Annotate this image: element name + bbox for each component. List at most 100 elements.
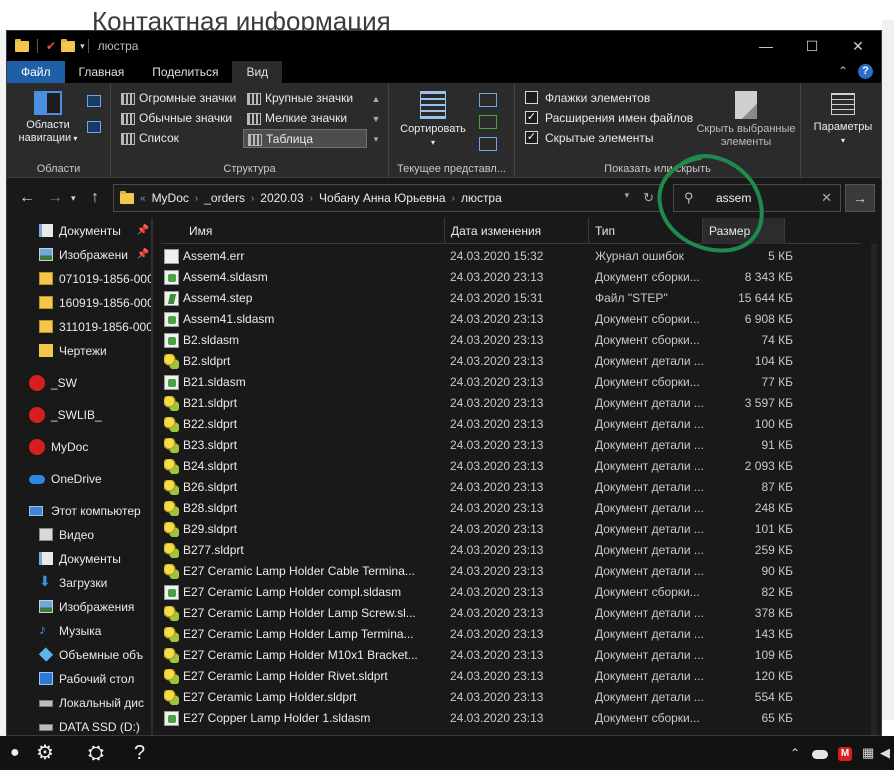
details-pane-icon[interactable]	[87, 121, 101, 133]
checkbox[interactable]: ✓	[525, 131, 538, 144]
nav-item-folder[interactable]: 071019-1856-000	[7, 268, 153, 290]
layout-small-icons[interactable]: Мелкие значки	[243, 109, 367, 128]
layout-list[interactable]: Список	[117, 129, 241, 148]
file-row[interactable]: B23.sldprt 24.03.2020 23:13 Документ детал…	[161, 435, 861, 456]
back-arrow-icon[interactable]: ←	[19, 188, 35, 208]
file-row[interactable]: E27 Ceramic Lamp Holder Lamp Termina... 2…	[161, 624, 861, 645]
collapse-ribbon-icon[interactable]: ⌃	[838, 64, 848, 79]
file-row[interactable]: E27 Ceramic Lamp Holder M10x1 Bracket...…	[161, 645, 861, 666]
file-row[interactable]: B24.sldprt 24.03.2020 23:13 Документ детал…	[161, 456, 861, 477]
navigation-pane-button[interactable]: Области навигации ▾	[15, 91, 81, 145]
address-dropdown-icon[interactable]: ▾	[625, 190, 630, 206]
nav-item-pictures[interactable]: Изображения	[7, 596, 153, 618]
properties-icon[interactable]: ✔	[46, 39, 56, 53]
file-row[interactable]: Assem4.step 24.03.2020 15:31 Файл "STEP" 15…	[161, 288, 861, 309]
size-columns-icon[interactable]	[479, 137, 497, 151]
file-row[interactable]: E27 Ceramic Lamp Holder.sldprt 24.03.2020…	[161, 687, 861, 708]
nav-item-folder[interactable]: 160919-1856-000	[7, 292, 153, 314]
nav-item-sw[interactable]: _SW	[7, 372, 153, 394]
file-row[interactable]: E27 Ceramic Lamp Holder Lamp Screw.sl...…	[161, 603, 861, 624]
nav-item-this-pc[interactable]: Этот компьютер	[7, 500, 153, 522]
minimize-button[interactable]: —	[743, 31, 789, 61]
layout-details[interactable]: Таблица	[243, 129, 367, 148]
breadcrumb-item[interactable]: люстра	[455, 191, 508, 205]
search-go-button[interactable]: →	[845, 184, 875, 212]
nav-item-data-ssd[interactable]: DATA SSD (D:)	[7, 716, 153, 735]
up-arrow-icon[interactable]: ↑	[91, 188, 99, 208]
recent-locations-icon[interactable]: ▾	[71, 188, 76, 208]
maximize-button[interactable]: ☐	[789, 31, 835, 61]
breadcrumb-item[interactable]: 2020.03	[254, 191, 309, 205]
nav-item-mydoc[interactable]: MyDoc	[7, 436, 153, 458]
breadcrumb-item[interactable]: _orders	[198, 191, 251, 205]
file-row[interactable]: B29.sldprt 24.03.2020 23:13 Документ детал…	[161, 519, 861, 540]
pin-icon[interactable]: 📌	[137, 244, 149, 266]
file-row[interactable]: B22.sldprt 24.03.2020 23:13 Документ детал…	[161, 414, 861, 435]
mega-tray-icon[interactable]: M	[838, 747, 852, 761]
nav-item-music[interactable]: ♪ Музыка	[7, 620, 153, 642]
checkbox[interactable]	[525, 91, 538, 104]
nav-item-3d-objects[interactable]: Объемные объ	[7, 644, 153, 666]
user-icon[interactable]: ●	[10, 741, 20, 765]
pin-icon[interactable]: 📌	[137, 220, 149, 242]
tray-chevron-icon[interactable]: ⌃	[790, 746, 800, 760]
nav-item-documents[interactable]: Документы	[7, 548, 153, 570]
breadcrumb-item[interactable]: Чобану Анна Юрьевна	[313, 191, 452, 205]
file-row[interactable]: E27 Copper Lamp Holder 1.sldasm 24.03.202…	[161, 708, 861, 729]
layout-large-icons[interactable]: Крупные значки	[243, 89, 367, 108]
file-row[interactable]: B2.sldasm 24.03.2020 23:13 Документ сборки…	[161, 330, 861, 351]
item-checkboxes-toggle[interactable]: Флажки элементов	[525, 89, 650, 107]
sort-by-button[interactable]: Сортировать ▾	[395, 91, 471, 149]
customize-qat-icon[interactable]: ▾	[80, 41, 85, 52]
network-icon[interactable]: ⛭	[88, 741, 104, 765]
hide-selected-button[interactable]: Скрыть выбранные элементы	[691, 91, 801, 149]
nav-pane-scrollbar[interactable]	[151, 218, 153, 735]
file-row[interactable]: B21.sldprt 24.03.2020 23:13 Документ детал…	[161, 393, 861, 414]
nav-item-folder[interactable]: 311019-1856-000	[7, 316, 153, 338]
nav-item-swlib[interactable]: _SWLIB_	[7, 404, 153, 426]
forward-arrow-icon[interactable]: →	[47, 188, 63, 208]
file-row[interactable]: E27 Ceramic Lamp Holder Cable Termina...…	[161, 561, 861, 582]
nav-item-desktop[interactable]: Рабочий стол	[7, 668, 153, 690]
preview-pane-icon[interactable]	[87, 95, 101, 107]
file-row[interactable]: Assem4.sldasm 24.03.2020 23:13 Документ сб…	[161, 267, 861, 288]
search-input[interactable]: assem	[716, 191, 751, 205]
checkbox[interactable]: ✓	[525, 111, 538, 124]
search-box[interactable]: ⚲ assem ✕	[673, 184, 841, 212]
file-row[interactable]: E27 Ceramic Lamp Holder Rivet.sldprt 24.0…	[161, 666, 861, 687]
help-chat-icon[interactable]: ?	[134, 741, 145, 765]
nav-item-downloads[interactable]: ⬇ Загрузки	[7, 572, 153, 594]
options-button[interactable]: Параметры ▾	[807, 93, 879, 147]
file-row[interactable]: B26.sldprt 24.03.2020 23:13 Документ детал…	[161, 477, 861, 498]
layout-gallery-scroll[interactable]: ▲ ▼ ▾	[369, 89, 383, 149]
file-row[interactable]: B277.sldprt 24.03.2020 23:13 Документ дета…	[161, 540, 861, 561]
group-by-icon[interactable]	[479, 93, 497, 107]
onedrive-tray-icon[interactable]	[812, 750, 828, 759]
nav-item-drawings[interactable]: Чертежи	[7, 340, 153, 362]
nav-item-documents-pinned[interactable]: Документы 📌	[7, 220, 153, 242]
nav-item-local-disk[interactable]: Локальный дис	[7, 692, 153, 714]
file-extensions-toggle[interactable]: ✓ Расширения имен файлов	[525, 109, 693, 127]
layout-medium-icons[interactable]: Обычные значки	[117, 109, 241, 128]
close-button[interactable]: ✕	[835, 31, 881, 61]
tab-view[interactable]: Вид	[232, 61, 283, 83]
nav-item-pictures-pinned[interactable]: Изображени 📌	[7, 244, 153, 266]
file-row[interactable]: E27 Ceramic Lamp Holder compl.sldasm 24.0…	[161, 582, 861, 603]
file-row[interactable]: Assem4.err 24.03.2020 15:32 Журнал ошибок 5…	[161, 246, 861, 267]
file-row[interactable]: Assem41.sldasm 24.03.2020 23:13 Документ с…	[161, 309, 861, 330]
file-list-scrollbar[interactable]	[871, 244, 877, 735]
tab-file[interactable]: Файл	[7, 61, 65, 83]
file-row[interactable]: B28.sldprt 24.03.2020 23:13 Документ детал…	[161, 498, 861, 519]
column-size[interactable]: Размер	[703, 218, 785, 244]
layout-extra-large-icons[interactable]: Огромные значки	[117, 89, 241, 108]
column-date-modified[interactable]: Дата изменения	[445, 218, 589, 244]
new-folder-icon[interactable]	[61, 38, 76, 52]
file-row[interactable]: B2.sldprt 24.03.2020 23:13 Документ детали…	[161, 351, 861, 372]
settings-gear-icon[interactable]: ⚙	[36, 741, 54, 765]
address-bar[interactable]: « MyDoc › _orders › 2020.03 › Чобану Анн…	[113, 184, 661, 212]
file-row[interactable]: B21.sldasm 24.03.2020 23:13 Документ сборк…	[161, 372, 861, 393]
tab-home[interactable]: Главная	[65, 61, 139, 83]
volume-tray-icon[interactable]: ◀	[880, 745, 890, 761]
nav-item-onedrive[interactable]: OneDrive	[7, 468, 153, 490]
help-icon[interactable]: ?	[858, 64, 873, 79]
